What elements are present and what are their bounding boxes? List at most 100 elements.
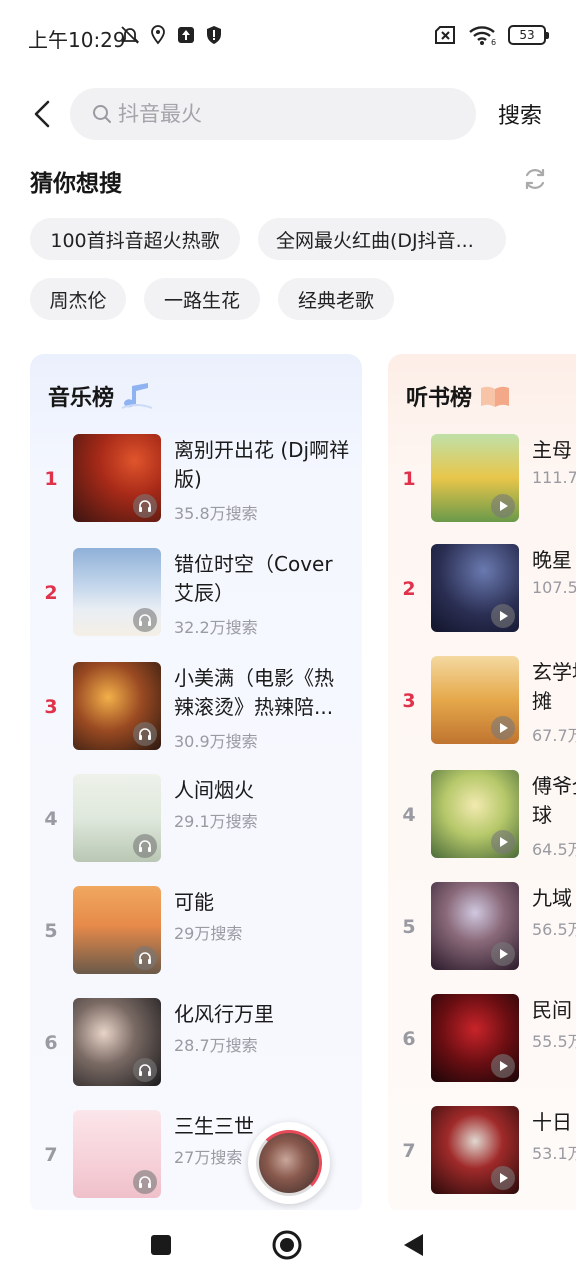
list-item[interactable]: 6 民间 55.5万	[388, 994, 576, 1094]
album-cover	[73, 548, 161, 636]
home-button[interactable]	[270, 1228, 304, 1262]
book-cover	[431, 544, 519, 632]
wifi-icon: 6	[468, 24, 498, 46]
floating-player-button[interactable]	[248, 1122, 330, 1204]
suggestion-chip[interactable]: 周杰伦	[30, 278, 126, 320]
rank-number: 7	[402, 1140, 416, 1162]
search-input[interactable]	[118, 102, 448, 126]
suggestion-chip[interactable]: 经典老歌	[278, 278, 394, 320]
list-item[interactable]: 1 主母 111.7	[388, 434, 576, 534]
book-name: 十日	[532, 1110, 572, 1134]
search-box[interactable]	[70, 88, 476, 140]
list-item[interactable]: 7 十日 53.1万	[388, 1106, 576, 1206]
status-bar: 上午10:29 6 53	[0, 0, 576, 72]
play-icon	[491, 942, 515, 966]
suggestion-chip[interactable]: 全网最火红曲(DJ抖音...	[258, 218, 506, 260]
music-chart-card: 音乐榜 1 离别开出花 (Dj啊祥版) 35.8万搜索 2 错位时空（Cover…	[30, 354, 362, 1214]
song-name: 可能	[174, 890, 214, 914]
upload-icon	[176, 24, 196, 46]
search-button[interactable]: 搜索	[498, 98, 542, 130]
song-name: 人间烟火	[174, 778, 254, 802]
square-icon	[151, 1235, 171, 1255]
headphones-icon	[133, 1058, 157, 1082]
song-name: 小美满（电影《热辣滚烫》热辣陪...	[174, 666, 334, 719]
search-count: 27万搜索	[174, 1148, 243, 1167]
book-icon	[478, 382, 512, 410]
list-item[interactable]: 4 傅爷全球 64.5万	[388, 770, 576, 870]
rank-number: 6	[44, 1032, 58, 1054]
album-cover	[73, 662, 161, 750]
search-count: 32.2万搜索	[174, 618, 258, 637]
shield-icon	[204, 24, 224, 46]
mute-bell-icon	[120, 24, 140, 46]
search-icon	[93, 105, 111, 123]
rank-number: 5	[402, 916, 416, 938]
book-cover	[431, 1106, 519, 1194]
book-name: 傅爷全球	[532, 774, 576, 827]
rank-number: 2	[402, 578, 416, 600]
search-count: 64.5万	[532, 840, 576, 859]
suggestion-chip[interactable]: 一路生花	[144, 278, 260, 320]
battery-icon: 53	[508, 25, 549, 45]
location-icon	[148, 24, 168, 46]
song-name: 错位时空（Cover艾辰）	[174, 552, 333, 605]
book-cover	[431, 434, 519, 522]
search-count: 35.8万搜索	[174, 504, 258, 523]
book-name: 民间	[532, 998, 572, 1022]
play-icon	[491, 1166, 515, 1190]
list-item[interactable]: 2 晚星 107.5	[388, 544, 576, 644]
list-item[interactable]: 6 化风行万里 28.7万搜索	[30, 998, 362, 1098]
no-sim-icon	[434, 24, 458, 46]
search-count: 29.1万搜索	[174, 812, 258, 831]
back-button[interactable]	[26, 96, 58, 132]
back-nav-button[interactable]	[396, 1228, 430, 1262]
wifi-label: 6	[491, 38, 496, 46]
list-item[interactable]: 1 离别开出花 (Dj啊祥版) 35.8万搜索	[30, 434, 362, 534]
headphones-icon	[133, 722, 157, 746]
headphones-icon	[133, 1170, 157, 1194]
headphones-icon	[133, 834, 157, 858]
album-cover	[73, 774, 161, 862]
book-chart-card: 听书榜 1 主母 111.7 2 晚星 107.5 3 玄学地摊 67.7万 4…	[388, 354, 576, 1214]
album-cover	[73, 998, 161, 1086]
search-count: 56.5万	[532, 920, 576, 939]
album-cover	[73, 434, 161, 522]
rank-number: 7	[44, 1144, 58, 1166]
book-chart-title: 听书榜	[406, 386, 473, 411]
list-item[interactable]: 5 可能 29万搜索	[30, 886, 362, 986]
book-cover	[431, 656, 519, 744]
rank-number: 4	[44, 808, 58, 830]
rank-number: 3	[44, 696, 58, 718]
rank-number: 3	[402, 690, 416, 712]
rank-number: 6	[402, 1028, 416, 1050]
list-item[interactable]: 3 小美满（电影《热辣滚烫》热辣陪... 30.9万搜索	[30, 662, 362, 762]
rank-number: 4	[402, 804, 416, 826]
search-count: 111.7	[532, 468, 576, 487]
now-playing-disc	[256, 1130, 322, 1196]
play-icon	[491, 830, 515, 854]
book-name: 九域	[532, 886, 572, 910]
rank-number: 1	[402, 468, 416, 490]
headphones-icon	[133, 946, 157, 970]
rank-number: 5	[44, 920, 58, 942]
book-cover	[431, 882, 519, 970]
book-name: 玄学地摊	[532, 660, 576, 713]
song-name: 离别开出花 (Dj啊祥版)	[174, 438, 350, 491]
list-item[interactable]: 2 错位时空（Cover艾辰） 32.2万搜索	[30, 548, 362, 648]
music-note-icon	[120, 382, 154, 410]
refresh-icon[interactable]	[522, 166, 548, 192]
list-item[interactable]: 4 人间烟火 29.1万搜索	[30, 774, 362, 874]
book-cover	[431, 994, 519, 1082]
list-item[interactable]: 5 九域 56.5万	[388, 882, 576, 982]
recents-button[interactable]	[144, 1228, 178, 1262]
book-cover	[431, 770, 519, 858]
guess-title: 猜你想搜	[30, 171, 122, 197]
suggestion-chip[interactable]: 100首抖音超火热歌	[30, 218, 240, 260]
list-item[interactable]: 3 玄学地摊 67.7万	[388, 656, 576, 756]
search-count: 107.5	[532, 578, 576, 597]
search-count: 29万搜索	[174, 924, 243, 943]
system-nav-bar	[0, 1210, 576, 1280]
rank-number: 1	[44, 468, 58, 490]
song-name: 化风行万里	[174, 1002, 274, 1026]
play-icon	[491, 494, 515, 518]
